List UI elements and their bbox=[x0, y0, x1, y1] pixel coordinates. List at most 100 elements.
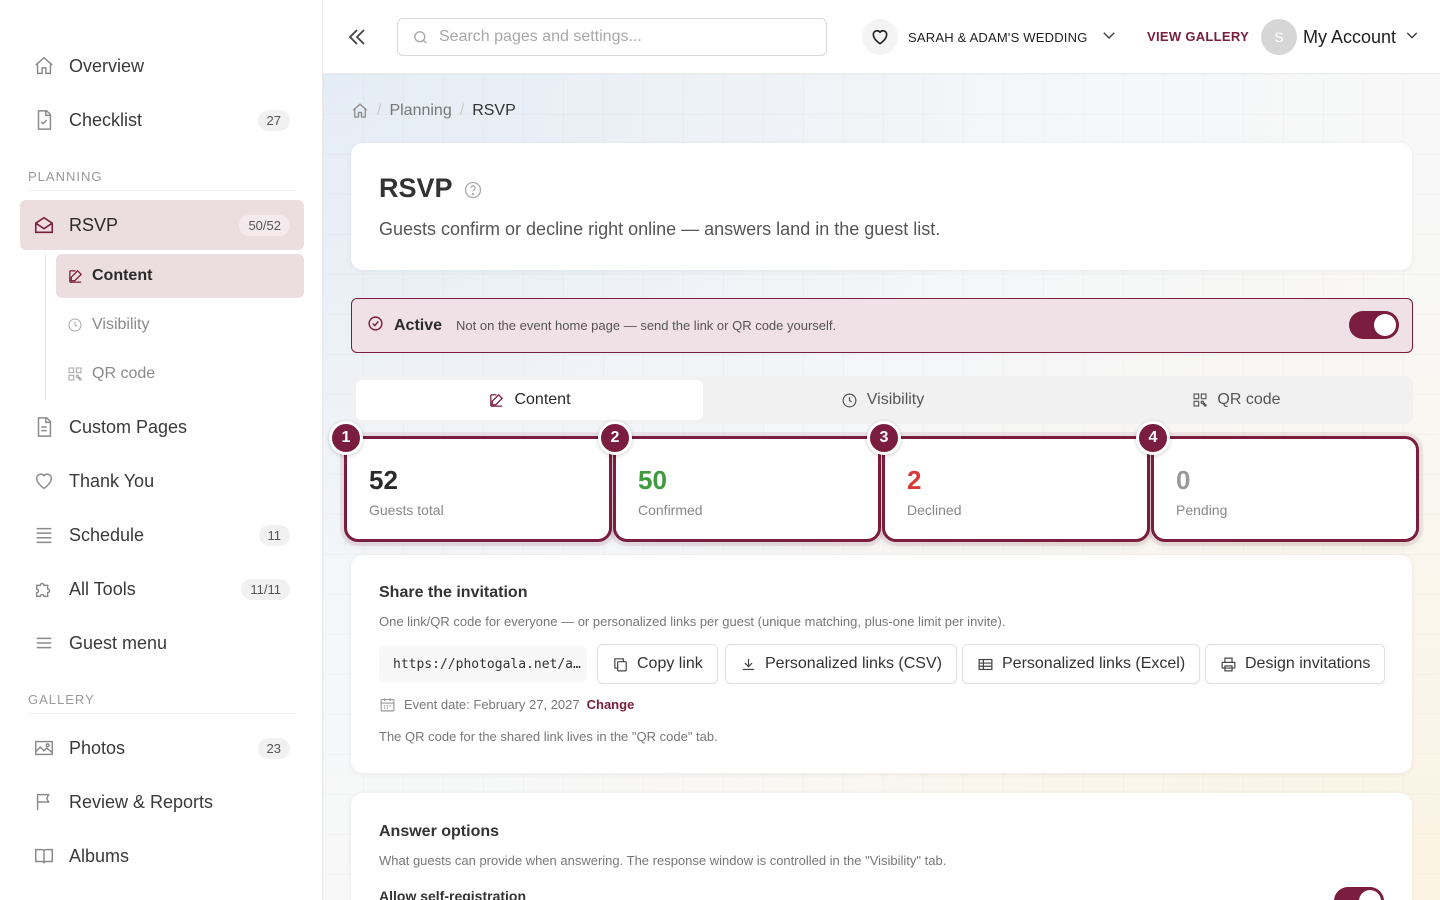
active-description: Not on the event home page — send the li… bbox=[456, 318, 837, 333]
stat-label: Pending bbox=[1176, 502, 1228, 518]
qr-note: The QR code for the shared link lives in… bbox=[379, 729, 718, 744]
submenu-guide-line bbox=[45, 254, 46, 400]
stat-value: 50 bbox=[638, 465, 667, 495]
sidebar-subitem-content[interactable]: Content bbox=[56, 254, 304, 298]
event-date-text: Event date: February 27, 2027 bbox=[404, 697, 580, 712]
menu-icon bbox=[33, 632, 55, 654]
breadcrumb-current: RSVP bbox=[472, 102, 516, 119]
help-icon[interactable] bbox=[463, 180, 483, 205]
personalized-links-csv-button[interactable]: Personalized links (CSV) bbox=[725, 644, 957, 684]
count-badge: 27 bbox=[257, 109, 290, 131]
avatar: S bbox=[1261, 19, 1297, 55]
stat-label: Confirmed bbox=[638, 502, 703, 518]
sidebar: Overview Checklist 27 PLANNING RSVP 50/5… bbox=[0, 0, 323, 900]
copy-link-button[interactable]: Copy link bbox=[597, 644, 718, 684]
stat-card-declined: 3 2 Declined bbox=[867, 421, 1150, 542]
account-label: My Account bbox=[1303, 26, 1397, 47]
sidebar-item-checklist[interactable]: Checklist 27 bbox=[20, 95, 304, 145]
section-title: Answer options bbox=[379, 823, 500, 840]
edit-icon bbox=[488, 392, 505, 409]
collapse-sidebar-icon[interactable] bbox=[345, 25, 369, 49]
flag-icon bbox=[33, 791, 55, 813]
design-invitations-button[interactable]: Design invitations bbox=[1205, 644, 1386, 684]
stat-label: Guests total bbox=[369, 502, 444, 518]
personalized-links-excel-button[interactable]: Personalized links (Excel) bbox=[962, 644, 1201, 684]
sidebar-item-rsvp[interactable]: RSVP 50/52 bbox=[20, 200, 304, 250]
stat-card-confirmed: 2 50 Confirmed bbox=[598, 421, 881, 542]
section-description: What guests can provide when answering. … bbox=[379, 853, 947, 868]
section-title: Share the invitation bbox=[379, 584, 528, 601]
tab-visibility[interactable]: Visibility bbox=[709, 380, 1056, 420]
document-icon bbox=[33, 416, 55, 438]
answer-options-card: Answer options What guests can provide w… bbox=[351, 793, 1412, 900]
puzzle-icon bbox=[33, 578, 55, 600]
sidebar-item-label: Thank You bbox=[69, 470, 155, 491]
section-description: One link/QR code for everyone — or perso… bbox=[379, 614, 1006, 629]
sidebar-item-label: Schedule bbox=[69, 524, 145, 545]
sidebar-item-custom-pages[interactable]: Custom Pages bbox=[20, 402, 304, 452]
sidebar-item-review-reports[interactable]: Review & Reports bbox=[20, 777, 304, 827]
self-registration-toggle[interactable] bbox=[1334, 887, 1384, 900]
sidebar-item-label: Photos bbox=[69, 737, 126, 758]
sidebar-item-all-tools[interactable]: All Tools 11/11 bbox=[20, 564, 304, 614]
spreadsheet-icon bbox=[977, 656, 994, 673]
step-badge: 1 bbox=[329, 421, 363, 455]
count-badge: 11 bbox=[258, 524, 290, 546]
search-bar[interactable] bbox=[397, 18, 827, 56]
invitation-link-field[interactable]: https://photogala.net/a… bbox=[379, 646, 587, 682]
event-selector[interactable]: SARAH & ADAM'S WEDDING bbox=[862, 19, 1118, 55]
account-menu[interactable]: S My Account bbox=[1261, 18, 1420, 56]
breadcrumb: / Planning / RSVP bbox=[351, 102, 516, 120]
sidebar-subitem-visibility[interactable]: Visibility bbox=[56, 303, 304, 347]
active-toggle[interactable] bbox=[1349, 311, 1399, 339]
qr-icon bbox=[1192, 392, 1208, 408]
search-icon bbox=[412, 29, 429, 46]
checklist-icon bbox=[33, 109, 55, 131]
home-icon[interactable] bbox=[351, 102, 369, 120]
search-input[interactable] bbox=[439, 28, 799, 46]
event-name: SARAH & ADAM'S WEDDING bbox=[908, 29, 1088, 45]
chevron-down-icon bbox=[1404, 27, 1420, 48]
step-badge: 3 bbox=[867, 421, 901, 455]
clock-icon bbox=[841, 392, 858, 409]
sidebar-item-photos[interactable]: Photos 23 bbox=[20, 723, 304, 773]
stat-card-pending: 4 0 Pending bbox=[1136, 421, 1419, 542]
sidebar-item-guest-menu[interactable]: Guest menu bbox=[20, 618, 304, 668]
sidebar-item-thank-you[interactable]: Thank You bbox=[20, 456, 304, 506]
divider bbox=[28, 190, 296, 191]
page-header-card: RSVP Guests confirm or decline right onl… bbox=[351, 143, 1412, 270]
event-date-row: Event date: February 27, 2027 Change bbox=[379, 696, 634, 713]
active-status-bar: Active Not on the event home page — send… bbox=[351, 298, 1413, 353]
breadcrumb-parent[interactable]: Planning bbox=[389, 102, 451, 120]
stat-value: 0 bbox=[1176, 465, 1191, 495]
sidebar-item-label: Albums bbox=[69, 845, 130, 866]
sidebar-item-albums[interactable]: Albums bbox=[20, 831, 304, 881]
tab-label: QR code bbox=[1217, 391, 1281, 408]
button-label: Design invitations bbox=[1245, 655, 1371, 672]
sidebar-subitem-label: Visibility bbox=[92, 316, 150, 333]
sidebar-item-overview[interactable]: Overview bbox=[20, 41, 304, 91]
sidebar-item-label: RSVP bbox=[69, 214, 119, 235]
tab-qr-code[interactable]: QR code bbox=[1063, 380, 1410, 420]
tab-label: Content bbox=[514, 391, 571, 408]
step-badge: 2 bbox=[598, 421, 632, 455]
qr-icon bbox=[66, 365, 84, 383]
printer-icon bbox=[1220, 656, 1237, 673]
page-description: Guests confirm or decline right online —… bbox=[379, 219, 941, 239]
copy-icon bbox=[612, 656, 629, 673]
sidebar-subitem-qr-code[interactable]: QR code bbox=[56, 352, 304, 396]
heart-icon bbox=[33, 470, 55, 492]
tab-content[interactable]: Content bbox=[356, 380, 703, 420]
view-gallery-link[interactable]: VIEW GALLERY bbox=[1147, 29, 1249, 44]
active-label: Active bbox=[394, 316, 443, 334]
topbar: SARAH & ADAM'S WEDDING VIEW GALLERY S My… bbox=[323, 0, 1440, 74]
envelope-open-icon bbox=[33, 214, 55, 236]
page-title: RSVP bbox=[379, 173, 453, 203]
section-header-gallery: GALLERY bbox=[28, 692, 95, 707]
sidebar-item-label: All Tools bbox=[69, 578, 136, 599]
list-icon bbox=[33, 524, 55, 546]
heart-icon bbox=[862, 19, 898, 55]
sidebar-item-schedule[interactable]: Schedule 11 bbox=[20, 510, 304, 560]
divider bbox=[28, 713, 296, 714]
change-date-link[interactable]: Change bbox=[587, 697, 635, 712]
